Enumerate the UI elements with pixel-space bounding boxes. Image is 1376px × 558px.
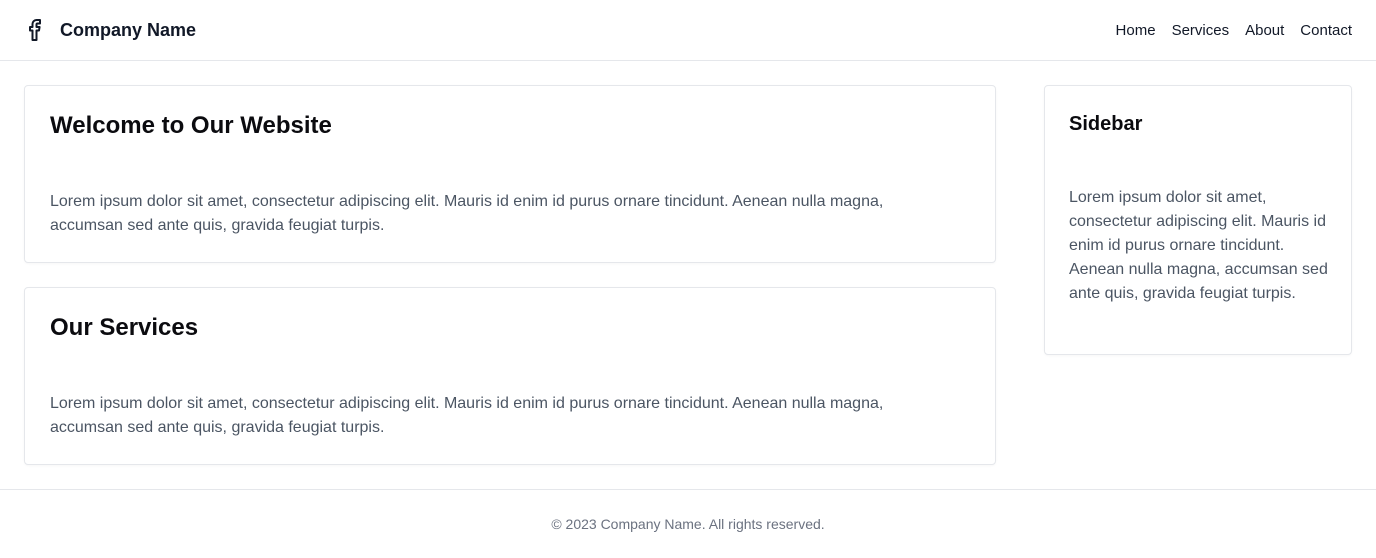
nav-link-about[interactable]: About bbox=[1245, 22, 1284, 39]
services-card: Our Services Lorem ipsum dolor sit amet,… bbox=[24, 287, 996, 465]
copyright-text: © 2023 Company Name. All rights reserved… bbox=[551, 516, 825, 532]
services-body: Lorem ipsum dolor sit amet, consectetur … bbox=[50, 395, 884, 436]
sidebar-body: Lorem ipsum dolor sit amet, consectetur … bbox=[1069, 189, 1328, 302]
main-content: Welcome to Our Website Lorem ipsum dolor… bbox=[0, 61, 1376, 489]
site-footer: © 2023 Company Name. All rights reserved… bbox=[0, 489, 1376, 558]
main-nav: Home Services About Contact bbox=[1116, 22, 1352, 39]
services-title: Our Services bbox=[50, 314, 199, 341]
sidebar-title: Sidebar bbox=[1069, 113, 1143, 135]
nav-link-home[interactable]: Home bbox=[1116, 22, 1156, 39]
brand-name: Company Name bbox=[60, 19, 197, 40]
welcome-body: Lorem ipsum dolor sit amet, consectetur … bbox=[50, 193, 884, 234]
welcome-title: Welcome to Our Website bbox=[50, 112, 332, 139]
brand[interactable]: Company Name bbox=[24, 18, 196, 42]
facebook-icon bbox=[24, 18, 48, 42]
welcome-card: Welcome to Our Website Lorem ipsum dolor… bbox=[24, 85, 996, 263]
nav-link-contact[interactable]: Contact bbox=[1300, 22, 1352, 39]
sidebar-card: Sidebar Lorem ipsum dolor sit amet, cons… bbox=[1044, 85, 1352, 355]
nav-link-services[interactable]: Services bbox=[1172, 22, 1230, 39]
site-header: Company Name Home Services About Contact bbox=[0, 0, 1376, 61]
